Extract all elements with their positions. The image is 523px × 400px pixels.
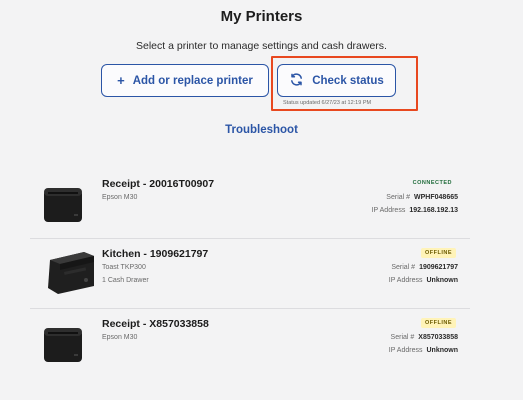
serial-label: Serial # [386, 194, 411, 201]
cash-drawer-count: 1 Cash Drawer [102, 277, 149, 284]
row-divider [30, 238, 470, 239]
ip-value: Unknown [426, 277, 459, 284]
serial-value: 1909621797 [419, 264, 458, 271]
printer-row[interactable]: Receipt - X857033858 Epson M30 OFFLINE S… [30, 310, 470, 378]
serial-info: Serial # WPHF048665 [386, 194, 458, 201]
serial-info: Serial #1909621797 [391, 264, 458, 271]
printer-row[interactable]: Receipt - 20016T00907 Epson M30 CONNECTE… [30, 170, 470, 238]
status-updated-text: Status updated 6/27/23 at 12:19 PM [283, 100, 372, 106]
page-title: My Printers [220, 8, 303, 25]
receipt-printer-icon [40, 318, 88, 371]
ip-value: 192.168.192.13 [409, 207, 458, 214]
serial-label: Serial # [390, 334, 415, 341]
receipt-printer-icon [40, 178, 88, 231]
page-subtitle: Select a printer to manage settings and … [136, 40, 387, 52]
serial-label: Serial # [391, 264, 416, 271]
serial-info: Serial # X857033858 [391, 334, 458, 341]
printer-model: Epson M30 [102, 194, 138, 201]
plus-icon: + [117, 73, 125, 88]
printer-model: Epson M30 [102, 334, 138, 341]
ip-info: IP Address Unknown [389, 347, 458, 354]
printer-row[interactable]: Kitchen - 1909621797 Toast TKP300 1 Cash… [30, 240, 470, 308]
printer-name: Receipt - 20016T00907 [102, 178, 215, 190]
serial-value: X857033858 [418, 334, 458, 341]
status-badge: OFFLINE [420, 318, 456, 328]
troubleshoot-link[interactable]: Troubleshoot [0, 124, 523, 136]
printer-name: Receipt - X857033858 [102, 318, 209, 330]
status-badge: CONNECTED [412, 180, 452, 186]
row-divider [30, 308, 470, 309]
ip-label: IP Address [371, 207, 406, 214]
serial-value: WPHF048665 [414, 194, 458, 201]
add-printer-label: Add or replace printer [132, 74, 253, 87]
add-or-replace-printer-button[interactable]: + Add or replace printer [101, 64, 269, 97]
printer-name: Kitchen - 1909621797 [102, 248, 209, 260]
ip-info: IP Address 192.168.192.13 [372, 207, 458, 214]
ip-value: Unknown [426, 347, 459, 354]
ip-label: IP Address [388, 277, 423, 284]
printer-model: Toast TKP300 [102, 264, 146, 271]
ip-label: IP Address [388, 347, 423, 354]
kitchen-printer-icon [40, 242, 98, 303]
ip-info: IP Address Unknown [389, 277, 458, 284]
status-badge: OFFLINE [420, 248, 456, 258]
